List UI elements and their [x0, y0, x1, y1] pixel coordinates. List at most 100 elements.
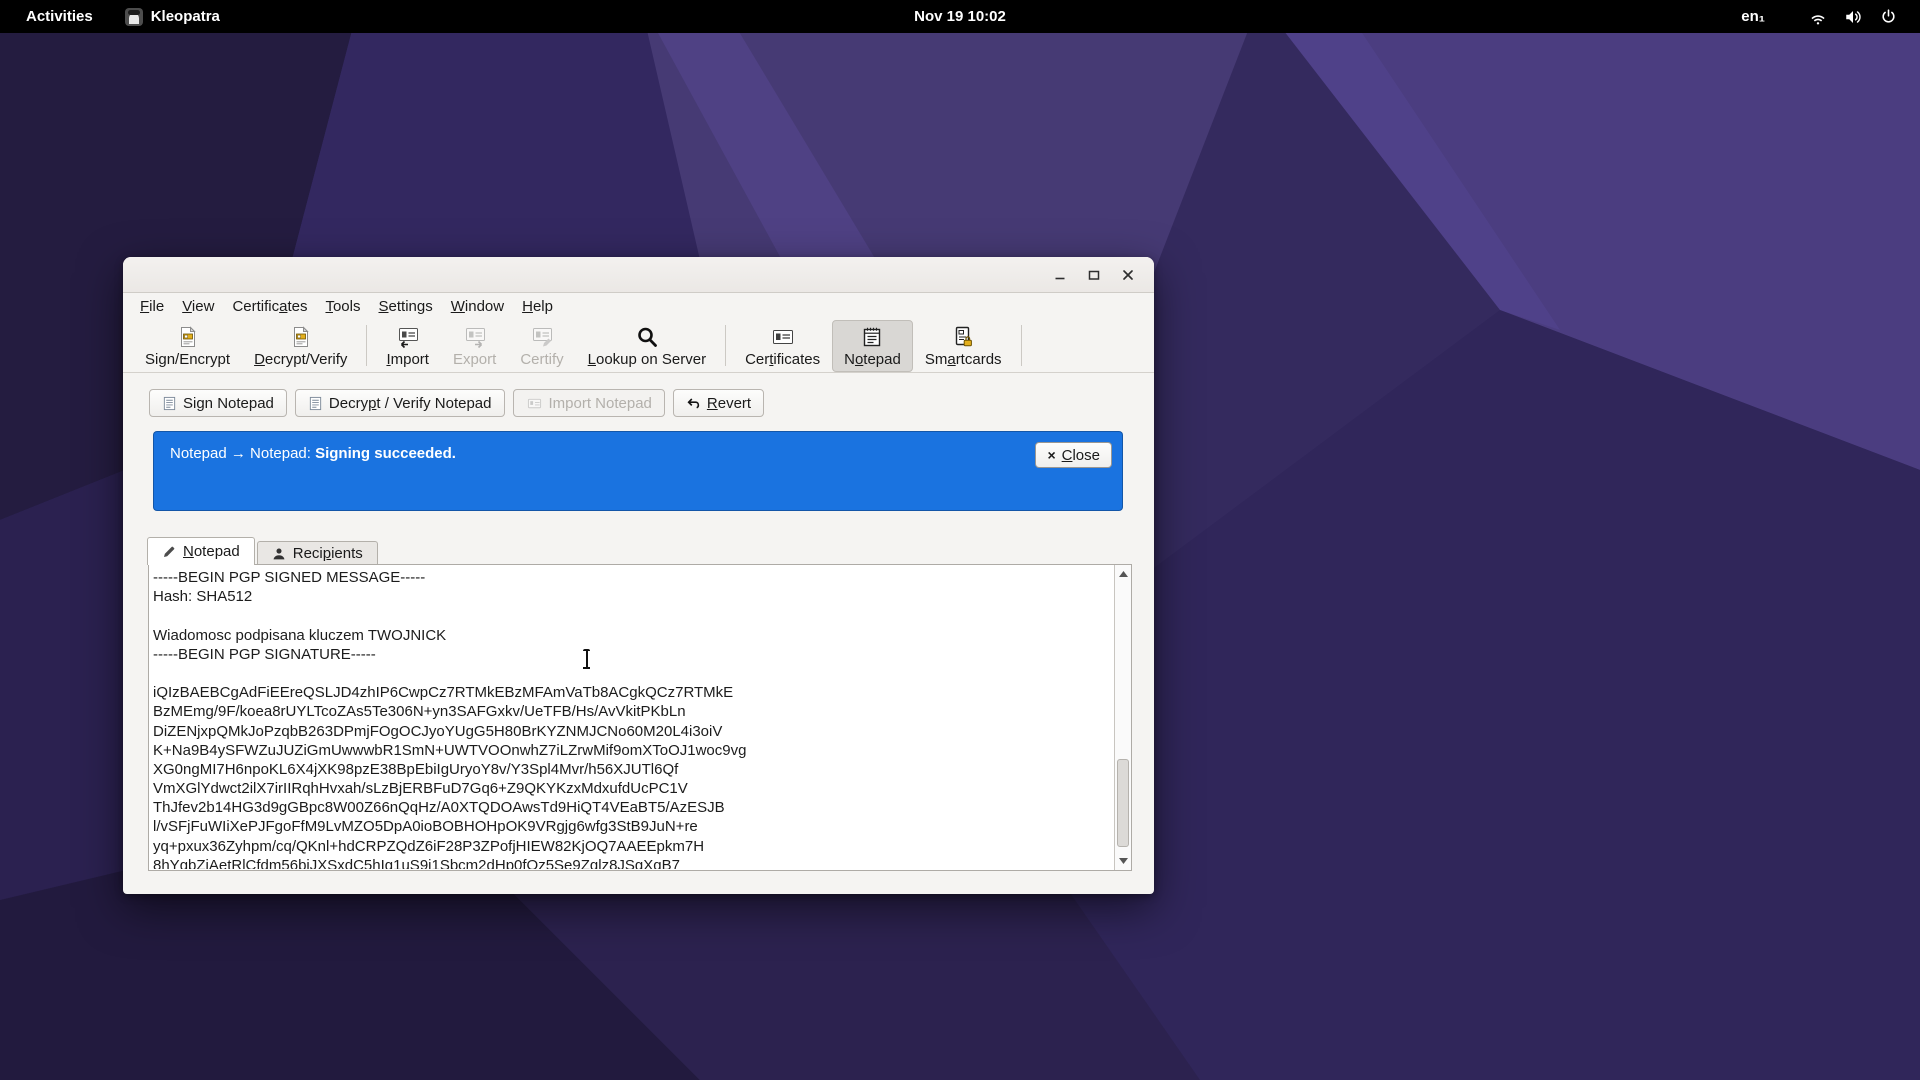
close-window-button[interactable]: [1116, 263, 1140, 287]
notepad-line: [153, 606, 1113, 625]
toolbar-separator: [725, 325, 726, 366]
decrypt-verify-notepad-button[interactable]: Decrypt / Verify Notepad: [295, 389, 505, 417]
toolbar-label: Import: [386, 351, 429, 368]
wifi-icon[interactable]: [1808, 7, 1828, 27]
minimize-button[interactable]: [1048, 263, 1072, 287]
close-icon: ×: [1047, 447, 1055, 463]
toolbar-label: Decrypt/Verify: [254, 351, 347, 368]
banner-close-button[interactable]: × Close: [1035, 442, 1112, 468]
keyboard-layout-indicator[interactable]: en₁: [1741, 8, 1765, 25]
pencil-icon: [162, 545, 176, 559]
toolbar-sign-encrypt[interactable]: Sign/Encrypt: [133, 320, 242, 372]
notepad-line: VmXGlYdwct2ilX7irIIRqhHvxah/sLzBjERBFuD7…: [153, 779, 1113, 798]
vertical-scrollbar[interactable]: [1114, 565, 1131, 870]
scroll-up-arrow[interactable]: [1115, 566, 1131, 582]
import-notepad-button: Import Notepad: [513, 389, 665, 417]
toolbar-decrypt-verify[interactable]: Decrypt/Verify: [242, 320, 359, 372]
menu-file[interactable]: File: [131, 296, 173, 317]
notepad-line: Hash: SHA512: [153, 587, 1113, 606]
search-icon: [635, 324, 659, 350]
gnome-top-bar: Activities Kleopatra Nov 19 10:02 en₁: [0, 0, 1920, 33]
tab-recipients[interactable]: Recipients: [257, 541, 378, 565]
toolbar-export: Export: [441, 320, 508, 372]
notepad-action-row: Sign Notepad Decrypt / Verify Notepad Im…: [149, 389, 764, 417]
certify-icon: [529, 324, 555, 350]
undo-icon: [686, 396, 701, 411]
maximize-button[interactable]: [1082, 263, 1106, 287]
menu-view[interactable]: View: [173, 296, 223, 317]
export-icon: [462, 324, 488, 350]
notepad-line: ThJfev2b14HG3d9gGBpc8W00Z66nQqHz/A0XTQDO…: [153, 798, 1113, 817]
notepad-text: -----BEGIN PGP SIGNED MESSAGE----- Hash:…: [153, 566, 1113, 869]
menu-settings[interactable]: Settings: [370, 296, 442, 317]
toolbar-label: Lookup on Server: [588, 351, 706, 368]
toolbar-smartcards[interactable]: Smartcards: [913, 320, 1014, 372]
smartcards-icon: [951, 324, 975, 350]
notepad-editor[interactable]: -----BEGIN PGP SIGNED MESSAGE----- Hash:…: [148, 564, 1132, 871]
notepad-mini-icon: [162, 396, 177, 411]
toolbar-lookup-on-server[interactable]: Lookup on Server: [576, 320, 718, 372]
toolbar-label: Certificates: [745, 351, 820, 368]
tab-notepad-label: Notepad: [183, 543, 240, 560]
tab-recipients-label: Recipients: [293, 545, 363, 562]
app-menu[interactable]: Kleopatra: [111, 0, 234, 33]
decrypt-verify-notepad-label: Decrypt / Verify Notepad: [329, 395, 492, 412]
notepad-line: K+Na9B4ySFWZuJUZiGmUwwwbR1SmN+UWTVOOnwhZ…: [153, 741, 1113, 760]
menubar: File View Certificates Tools Settings Wi…: [123, 294, 1154, 319]
notepad-line: l/vSFjFuWIiXePJFgoFfM9LvMZO5DpA0ioBOBHOH…: [153, 817, 1113, 836]
toolbar-label: Export: [453, 351, 496, 368]
banner-close-label: Close: [1062, 447, 1100, 464]
toolbar: Sign/Encrypt Decrypt/Verify Import E: [123, 319, 1154, 373]
activities-button[interactable]: Activities: [8, 0, 111, 33]
sign-encrypt-icon: [176, 324, 200, 350]
toolbar-separator: [366, 325, 367, 366]
decrypt-verify-icon: [289, 324, 313, 350]
banner-prefix: Notepad → Notepad:: [170, 445, 315, 462]
menu-tools[interactable]: Tools: [316, 296, 369, 317]
kleopatra-app-icon: [125, 8, 143, 26]
toolbar-label: Notepad: [844, 351, 901, 368]
power-icon[interactable]: [1878, 7, 1898, 27]
import-mini-icon: [526, 396, 543, 411]
toolbar-notepad[interactable]: Notepad: [832, 320, 913, 372]
notepad-line: XG0ngMI7H6npoKL6X4jXK98pzE38BpEbiIgUryoY…: [153, 760, 1113, 779]
notepad-line: 8hYgbZiAetRlCfdm56biJXSxdC5hIg1uS9j1Sbcm…: [153, 856, 1113, 869]
notepad-line: yq+pxux36Zyhpm/cq/QKnl+hdCRPZQdZ6iF28P3Z…: [153, 837, 1113, 856]
notepad-mini-icon: [308, 396, 323, 411]
app-menu-label: Kleopatra: [151, 8, 220, 25]
import-notepad-label: Import Notepad: [549, 395, 652, 412]
toolbar-certificates[interactable]: Certificates: [733, 320, 832, 372]
scrollbar-thumb[interactable]: [1117, 759, 1129, 847]
notepad-line: iQIzBAEBCgAdFiEEreQSLJD4zhIP6CwpCz7RTMkE…: [153, 683, 1113, 702]
notepad-line: DiZENjxpQMkJoPzqbB263DPmjFOgOCJyoYUgG5H8…: [153, 722, 1113, 741]
notepad-icon: [860, 324, 884, 350]
volume-icon[interactable]: [1843, 7, 1863, 27]
revert-button[interactable]: Revert: [673, 389, 764, 417]
toolbar-separator: [1021, 325, 1022, 366]
toolbar-label: Sign/Encrypt: [145, 351, 230, 368]
import-icon: [395, 324, 421, 350]
notepad-tabbar: Notepad Recipients: [147, 537, 380, 565]
notepad-line: BzMEmg/9F/koea8rUYLTcoZAs5Te306N+yn3SAFG…: [153, 702, 1113, 721]
toolbar-label: Smartcards: [925, 351, 1002, 368]
notepad-line: -----BEGIN PGP SIGNATURE-----: [153, 645, 1113, 664]
tab-notepad[interactable]: Notepad: [147, 537, 255, 565]
desktop: Activities Kleopatra Nov 19 10:02 en₁: [0, 0, 1920, 1080]
result-banner: Notepad → Notepad: Signing succeeded. × …: [153, 431, 1123, 511]
notepad-line: Wiadomosc podpisana kluczem TWOJNICK: [153, 626, 1113, 645]
menu-help[interactable]: Help: [513, 296, 562, 317]
clock[interactable]: Nov 19 10:02: [902, 0, 1018, 33]
window-titlebar[interactable]: [123, 257, 1154, 293]
toolbar-import[interactable]: Import: [374, 320, 441, 372]
scroll-down-arrow[interactable]: [1115, 853, 1131, 869]
certificates-icon: [770, 324, 796, 350]
sign-notepad-button[interactable]: Sign Notepad: [149, 389, 287, 417]
banner-message: Notepad → Notepad: Signing succeeded.: [170, 445, 456, 462]
toolbar-certify: Certify: [508, 320, 575, 372]
sign-notepad-label: Sign Notepad: [183, 395, 274, 412]
notepad-line: -----BEGIN PGP SIGNED MESSAGE-----: [153, 568, 1113, 587]
menu-window[interactable]: Window: [442, 296, 513, 317]
revert-label: Revert: [707, 395, 751, 412]
notepad-line: [153, 664, 1113, 683]
menu-certificates[interactable]: Certificates: [223, 296, 316, 317]
